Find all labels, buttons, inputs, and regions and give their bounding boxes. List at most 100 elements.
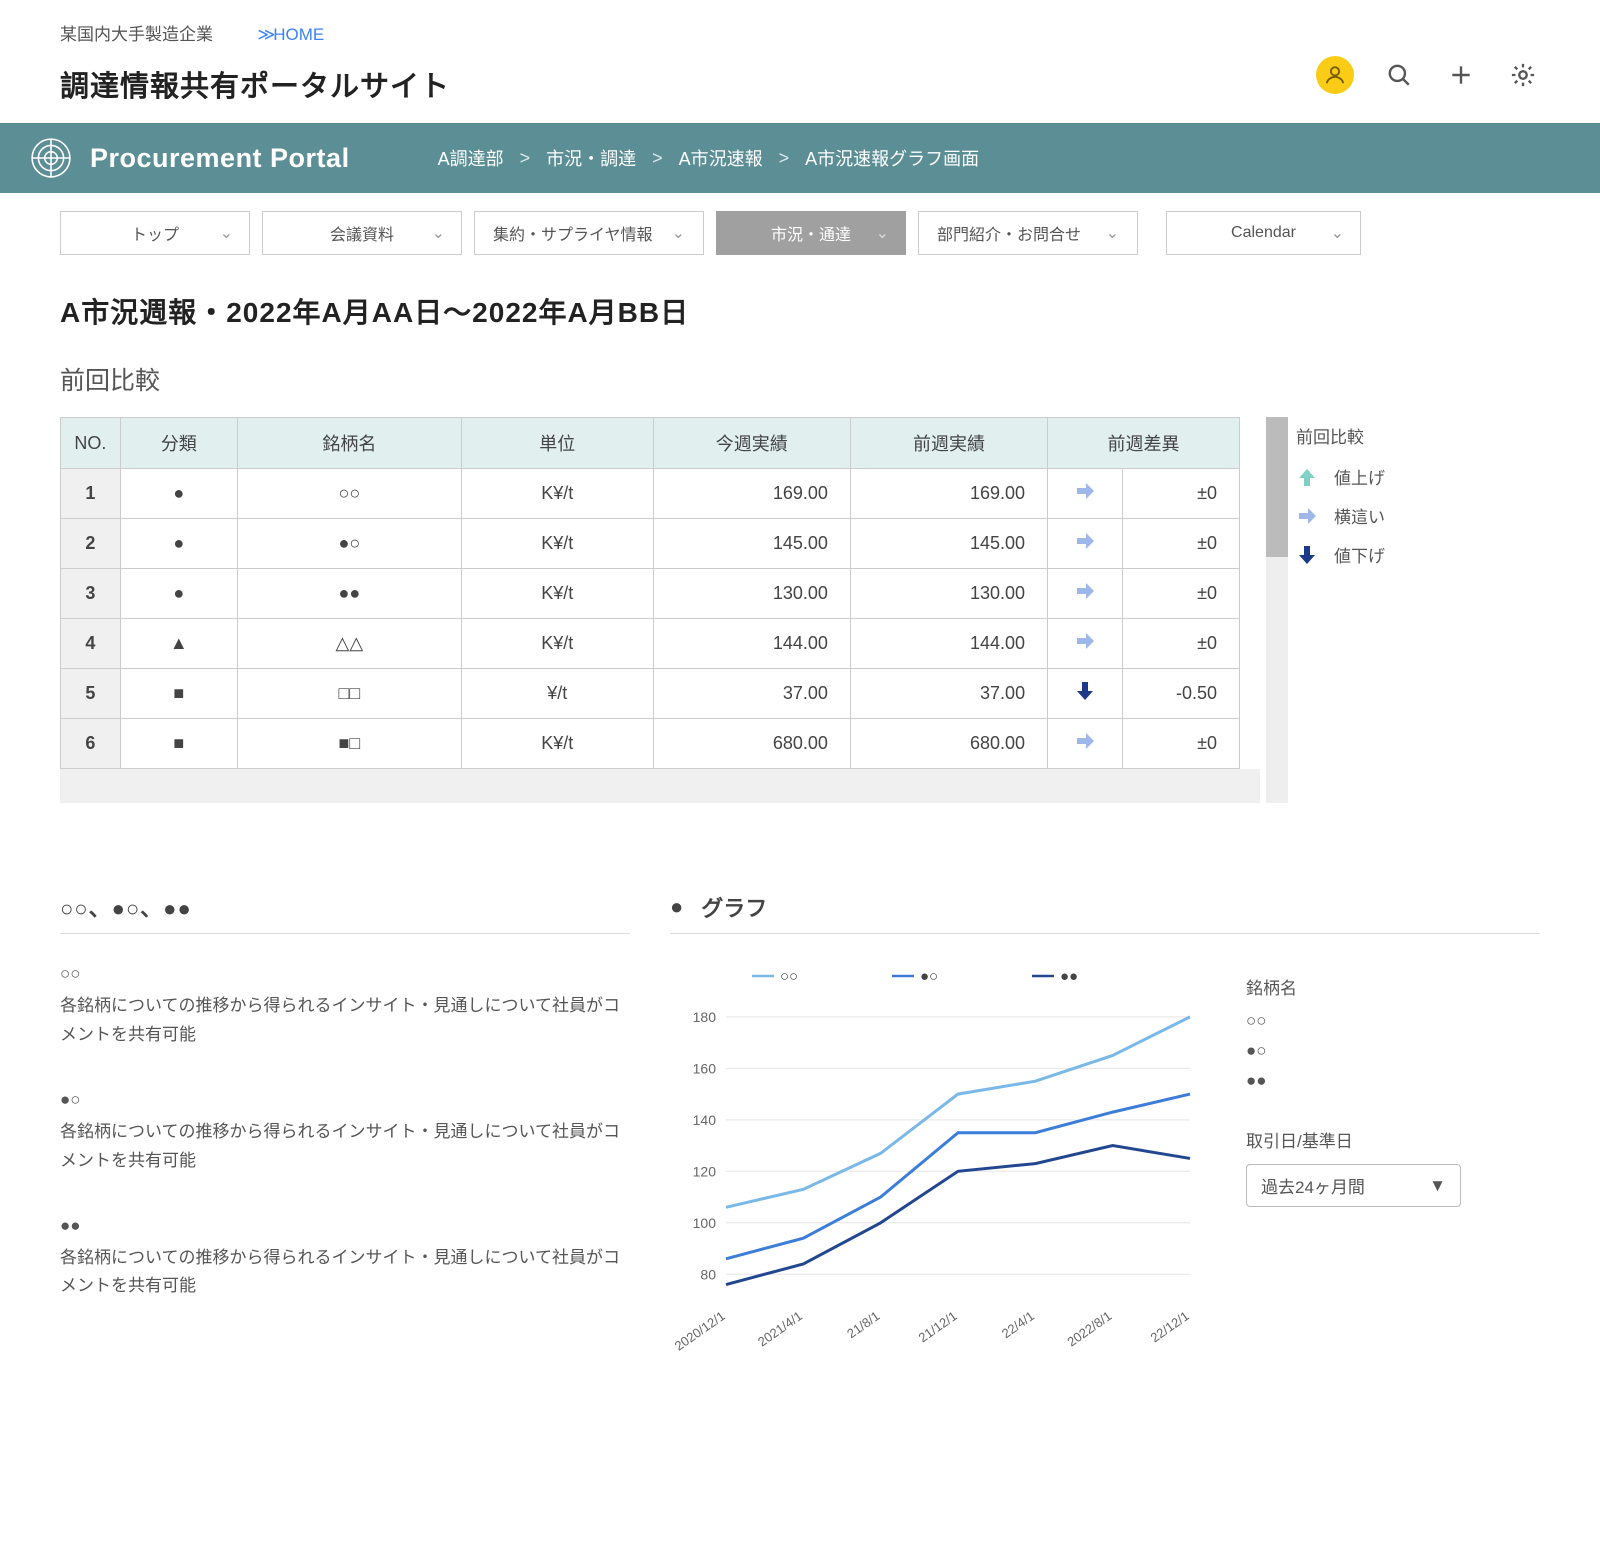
cell-cur: 144.00 <box>653 619 850 669</box>
menu-row: トップ⌄ 会議資料⌄ 集約・サプライヤ情報⌄ 市況・通達⌄ 部門紹介・お問合せ⌄… <box>0 193 1600 273</box>
add-button[interactable] <box>1444 58 1478 92</box>
menu-meeting[interactable]: 会議資料⌄ <box>262 211 462 255</box>
side-name[interactable]: ○○ <box>1246 1011 1540 1031</box>
menu-supplier[interactable]: 集約・サプライヤ情報⌄ <box>474 211 704 255</box>
cell-name: ●○ <box>237 519 461 569</box>
chevron-down-icon: ▼ <box>1429 1176 1446 1196</box>
legend: 前回比較 値上げ 横這い 値下げ <box>1296 417 1385 581</box>
table-row[interactable]: 2●●○K¥/t145.00145.00±0 <box>61 519 1240 569</box>
cell-diff: ±0 <box>1122 519 1239 569</box>
menu-dept[interactable]: 部門紹介・お問合せ⌄ <box>918 211 1138 255</box>
home-link[interactable]: HOME <box>257 25 324 45</box>
cell-cat: ■ <box>120 669 237 719</box>
side-name[interactable]: ●○ <box>1246 1041 1540 1061</box>
cell-prev: 144.00 <box>850 619 1047 669</box>
col-unit: 単位 <box>461 418 653 469</box>
date-range-select[interactable]: 過去24ヶ月間 ▼ <box>1246 1164 1461 1207</box>
cell-cur: 37.00 <box>653 669 850 719</box>
menu-top[interactable]: トップ⌄ <box>60 211 250 255</box>
svg-text:2020/12/1: 2020/12/1 <box>672 1308 728 1353</box>
table-scrollbar[interactable] <box>1266 417 1288 803</box>
insight-text: 各銘柄についての推移から得られるインサイト・見通しについて社員がコメントを共有可… <box>60 1244 630 1302</box>
cell-prev: 680.00 <box>850 719 1047 769</box>
chevron-right-icon: > <box>520 148 531 169</box>
insight-item: ●○各銘柄についての推移から得られるインサイト・見通しについて社員がコメントを共… <box>60 1090 630 1176</box>
chart-title: グラフ <box>701 891 767 923</box>
cell-name: ■□ <box>237 719 461 769</box>
cell-cat: ● <box>120 519 237 569</box>
chevron-right-icon: > <box>779 148 790 169</box>
insight-item: ○○ 各銘柄についての推移から得られるインサイト・見通しについて社員がコメントを共… <box>60 964 630 1050</box>
insights-head: ○○、●○、●● <box>60 891 630 923</box>
cell-unit: K¥/t <box>461 519 653 569</box>
crumb[interactable]: 市況・調達 <box>546 145 636 171</box>
insight-text: 各銘柄についての推移から得られるインサイト・見通しについて社員がコメントを共有可… <box>60 992 630 1050</box>
table-row[interactable]: 6■■□K¥/t680.00680.00±0 <box>61 719 1240 769</box>
side-name[interactable]: ●● <box>1246 1071 1540 1091</box>
settings-button[interactable] <box>1506 58 1540 92</box>
arrow-down-icon <box>1296 544 1318 566</box>
cell-cur: 130.00 <box>653 569 850 619</box>
cell-prev: 169.00 <box>850 469 1047 519</box>
table-row[interactable]: 5■□□¥/t37.0037.00-0.50 <box>61 669 1240 719</box>
svg-text:2021/4/1: 2021/4/1 <box>755 1308 805 1349</box>
cell-unit: ¥/t <box>461 669 653 719</box>
page-title: A市況週報・2022年A月AA日～2022年A月BB日 <box>60 291 1540 331</box>
cell-diff: ±0 <box>1122 569 1239 619</box>
cell-arrow <box>1048 569 1123 619</box>
crumb[interactable]: A市況速報 <box>679 145 763 171</box>
crumb[interactable]: A調達部 <box>438 145 504 171</box>
insight-code: ○○ <box>60 964 630 984</box>
table-row[interactable]: 3●●●K¥/t130.00130.00±0 <box>61 569 1240 619</box>
insight-code: ●● <box>60 1216 630 1236</box>
col-no: NO. <box>61 418 121 469</box>
menu-label: トップ <box>79 221 231 245</box>
svg-text:80: 80 <box>700 1266 716 1282</box>
svg-text:140: 140 <box>693 1112 717 1128</box>
cell-unit: K¥/t <box>461 619 653 669</box>
gear-icon <box>1509 61 1537 89</box>
table-row[interactable]: 1●○○K¥/t169.00169.00±0 <box>61 469 1240 519</box>
line-chart: ○○●○●●801001201401601802020/12/12021/4/1… <box>670 954 1210 1374</box>
select-value: 過去24ヶ月間 <box>1261 1173 1365 1198</box>
cell-no: 6 <box>61 719 121 769</box>
search-button[interactable] <box>1382 58 1416 92</box>
avatar[interactable] <box>1316 56 1354 94</box>
compare-title: 前回比較 <box>60 361 1540 397</box>
cell-cat: ● <box>120 469 237 519</box>
col-cat: 分類 <box>120 418 237 469</box>
legend-up: 値上げ <box>1334 464 1385 489</box>
crumb[interactable]: A市況速報グラフ画面 <box>805 145 979 171</box>
cell-arrow <box>1048 519 1123 569</box>
chart-panel: ● グラフ ○○●○●●801001201401601802020/12/120… <box>670 891 1540 1379</box>
nav-bar: Procurement Portal A調達部 > 市況・調達 > A市況速報 … <box>0 123 1600 193</box>
table-row[interactable]: 4▲△△K¥/t144.00144.00±0 <box>61 619 1240 669</box>
svg-text:22/12/1: 22/12/1 <box>1148 1308 1192 1345</box>
cell-arrow <box>1048 469 1123 519</box>
search-icon <box>1386 62 1412 88</box>
arrow-up-icon <box>1296 466 1318 488</box>
header: 某国内大手製造企業 HOME 調達情報共有ポータルサイト <box>0 0 1600 123</box>
cell-arrow <box>1048 669 1123 719</box>
arrow-right-icon <box>1296 505 1318 527</box>
divider <box>670 933 1540 934</box>
menu-label: Calendar <box>1185 224 1342 242</box>
cell-no: 1 <box>61 469 121 519</box>
menu-calendar[interactable]: Calendar⌄ <box>1166 211 1361 255</box>
cell-name: □□ <box>237 669 461 719</box>
user-icon <box>1324 64 1346 86</box>
chevron-down-icon: ⌄ <box>672 223 685 243</box>
comparison-table: NO. 分類 銘柄名 単位 今週実績 前週実績 前週差異 1●○○K¥/t169… <box>60 417 1260 803</box>
col-cur: 今週実績 <box>653 418 850 469</box>
cell-no: 5 <box>61 669 121 719</box>
portal-name: Procurement Portal <box>90 143 350 174</box>
menu-market[interactable]: 市況・通達⌄ <box>716 211 906 255</box>
cell-cur: 169.00 <box>653 469 850 519</box>
cell-arrow <box>1048 719 1123 769</box>
cell-arrow <box>1048 619 1123 669</box>
chevron-down-icon: ⌄ <box>876 223 889 243</box>
menu-label: 会議資料 <box>281 221 443 245</box>
chevron-down-icon: ⌄ <box>220 223 233 243</box>
svg-text:21/12/1: 21/12/1 <box>916 1308 960 1345</box>
legend-title: 前回比較 <box>1296 423 1385 448</box>
